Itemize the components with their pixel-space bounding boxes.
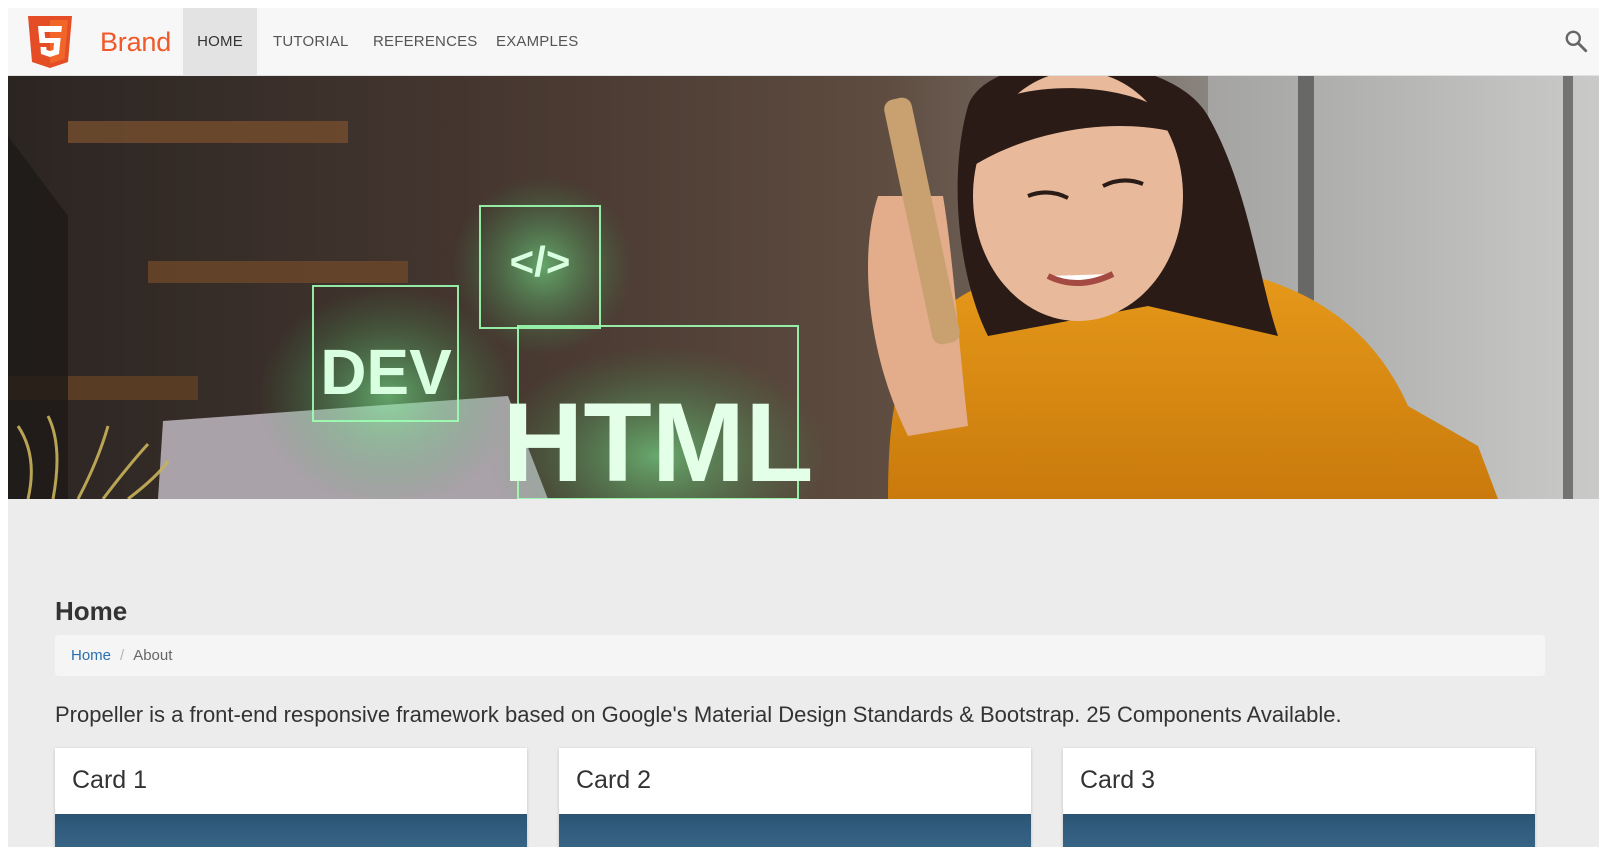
card-title: Card 1 [72,766,148,794]
card-title: Card 3 [1080,766,1156,794]
top-navbar: Brand HOME TUTORIAL REFERENCES EXAMPLES [8,8,1599,76]
card-media-image [559,814,1031,847]
breadcrumb-link-home[interactable]: Home [71,647,111,664]
nav-item-references[interactable]: REFERENCES [373,8,478,76]
breadcrumb-current-about: About [133,647,173,664]
card-3[interactable]: Card 3 [1063,748,1535,847]
html5-logo-icon[interactable] [26,16,74,68]
card-media-image [1063,814,1535,847]
hero-banner-image: DEV </> HTML [8,76,1599,499]
page: Brand HOME TUTORIAL REFERENCES EXAMPLES [8,8,1599,847]
svg-text:</>: </> [510,238,571,285]
breadcrumb-separator: / [120,647,125,664]
svg-text:HTML: HTML [502,380,813,499]
lead-paragraph: Propeller is a front-end responsive fram… [55,702,1342,727]
card-title: Card 2 [576,766,652,794]
search-icon[interactable] [1563,28,1589,54]
breadcrumb: Home / About [55,635,1545,676]
card-2[interactable]: Card 2 [559,748,1031,847]
svg-text:DEV: DEV [320,336,452,408]
brand-link[interactable]: Brand [100,27,171,58]
page-title: Home [55,596,128,626]
nav-item-tutorial[interactable]: TUTORIAL [273,8,349,76]
card-1[interactable]: Card 1 [55,748,527,847]
nav-item-examples[interactable]: EXAMPLES [496,8,578,76]
nav-item-home[interactable]: HOME [183,8,257,76]
card-media-image [55,814,527,847]
